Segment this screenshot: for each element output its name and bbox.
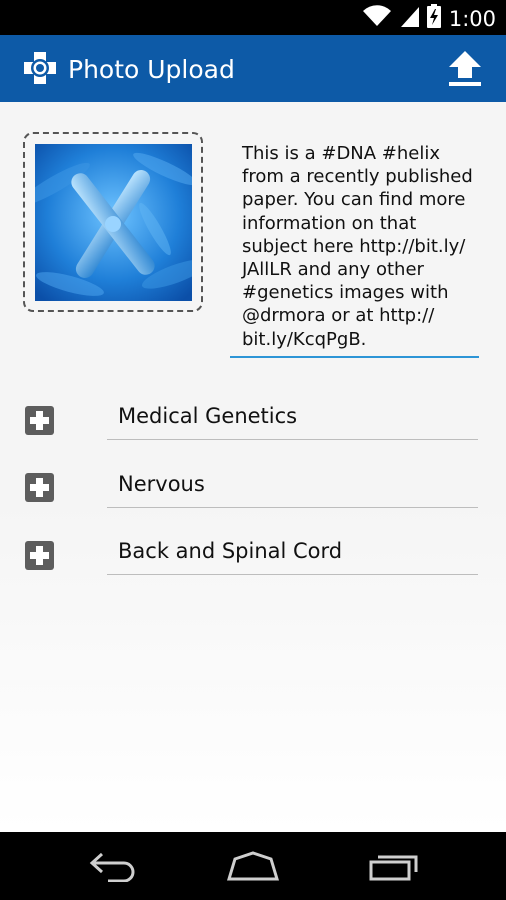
page-title: Photo Upload bbox=[68, 55, 235, 84]
list-item: Nervous bbox=[0, 458, 506, 518]
plus-icon bbox=[30, 546, 49, 565]
list-item: Back and Spinal Cord bbox=[0, 525, 506, 585]
plus-icon bbox=[30, 478, 49, 497]
add-category-button[interactable] bbox=[25, 541, 54, 570]
battery-charging-icon bbox=[426, 4, 441, 33]
category-label: Nervous bbox=[118, 472, 205, 496]
main-content: This is a #DNA #helix from a recently pu… bbox=[0, 102, 506, 832]
recents-icon bbox=[369, 855, 418, 881]
navigation-bar bbox=[0, 832, 506, 900]
home-icon bbox=[226, 851, 280, 881]
caption-text: This is a #DNA #helix from a recently pu… bbox=[242, 143, 473, 350]
back-icon bbox=[89, 852, 135, 883]
list-item: Medical Genetics bbox=[0, 390, 506, 450]
status-time: 1:00 bbox=[448, 6, 496, 31]
home-button[interactable] bbox=[226, 850, 280, 887]
category-field[interactable]: Medical Genetics bbox=[107, 396, 478, 440]
camera-plus-logo-icon[interactable] bbox=[22, 50, 58, 86]
wifi-icon bbox=[362, 5, 391, 32]
plus-icon bbox=[30, 411, 49, 430]
signal-icon bbox=[399, 5, 419, 32]
status-icons: 1:00 bbox=[362, 4, 496, 33]
app-bar: Photo Upload bbox=[0, 35, 506, 102]
add-category-button[interactable] bbox=[25, 406, 54, 435]
category-field[interactable]: Nervous bbox=[107, 464, 478, 508]
category-field[interactable]: Back and Spinal Cord bbox=[107, 531, 478, 575]
upload-icon bbox=[449, 51, 481, 86]
caption-input[interactable]: This is a #DNA #helix from a recently pu… bbox=[230, 142, 479, 358]
category-label: Medical Genetics bbox=[118, 404, 298, 428]
upload-button[interactable] bbox=[446, 49, 484, 89]
recents-button[interactable] bbox=[368, 850, 420, 887]
status-bar: 1:00 bbox=[0, 0, 506, 35]
chromosome-image bbox=[35, 144, 192, 301]
photo-picker[interactable] bbox=[23, 132, 203, 312]
back-button[interactable] bbox=[88, 850, 138, 887]
category-label: Back and Spinal Cord bbox=[118, 539, 343, 563]
add-category-button[interactable] bbox=[25, 473, 54, 502]
